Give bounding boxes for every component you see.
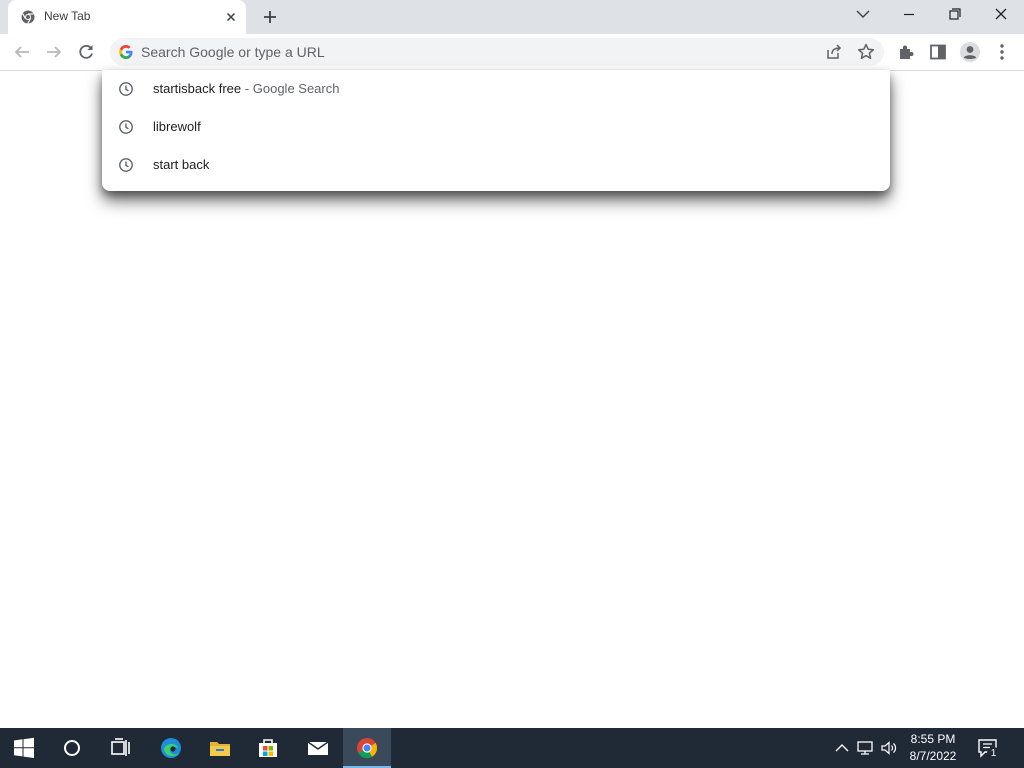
- mail-icon[interactable]: [294, 728, 342, 768]
- restore-icon[interactable]: [932, 0, 978, 30]
- browser-toolbar: [0, 34, 1024, 71]
- edge-icon[interactable]: [147, 728, 195, 768]
- windows-start-icon[interactable]: [0, 728, 48, 768]
- extensions-puzzle-icon[interactable]: [894, 40, 918, 64]
- chrome-icon[interactable]: [343, 728, 391, 768]
- page-content: [0, 71, 1024, 728]
- network-icon[interactable]: [855, 738, 875, 758]
- share-icon[interactable]: [824, 42, 844, 62]
- close-icon[interactable]: [978, 0, 1024, 30]
- taskbar-clock[interactable]: 8:55 PM 8/7/2022: [900, 731, 966, 765]
- profile-avatar-icon[interactable]: [958, 40, 982, 64]
- minimize-icon[interactable]: [886, 0, 932, 30]
- tab-strip: New Tab: [0, 0, 1024, 34]
- store-icon[interactable]: [244, 728, 292, 768]
- google-g-icon: [118, 44, 134, 60]
- omnibox[interactable]: [110, 38, 884, 66]
- file-explorer-icon[interactable]: [196, 728, 244, 768]
- reload-icon[interactable]: [74, 40, 98, 64]
- forward-arrow-icon[interactable]: [42, 40, 66, 64]
- side-panel-icon[interactable]: [926, 40, 950, 64]
- plus-icon[interactable]: [258, 5, 282, 29]
- notification-count: 1: [987, 747, 1000, 760]
- chevron-up-icon[interactable]: [832, 738, 852, 758]
- tab-title: New Tab: [44, 9, 91, 23]
- cortana-circle-icon[interactable]: [48, 728, 96, 768]
- tab-new-tab[interactable]: New Tab: [8, 0, 246, 34]
- clock-date: 8/7/2022: [909, 749, 957, 763]
- chrome-icon: [21, 10, 35, 24]
- clock-time: 8:55 PM: [910, 732, 956, 746]
- taskbar: 1: [0, 728, 1024, 768]
- address-input[interactable]: [141, 42, 801, 62]
- tab-close-icon[interactable]: [223, 9, 239, 25]
- notification-center-icon[interactable]: 1: [976, 736, 1000, 760]
- back-arrow-icon[interactable]: [10, 40, 34, 64]
- chevron-down-icon[interactable]: [840, 0, 886, 30]
- star-icon[interactable]: [856, 42, 876, 62]
- speaker-icon[interactable]: [879, 738, 899, 758]
- task-view-icon[interactable]: [96, 728, 144, 768]
- more-vert-icon[interactable]: [990, 40, 1014, 64]
